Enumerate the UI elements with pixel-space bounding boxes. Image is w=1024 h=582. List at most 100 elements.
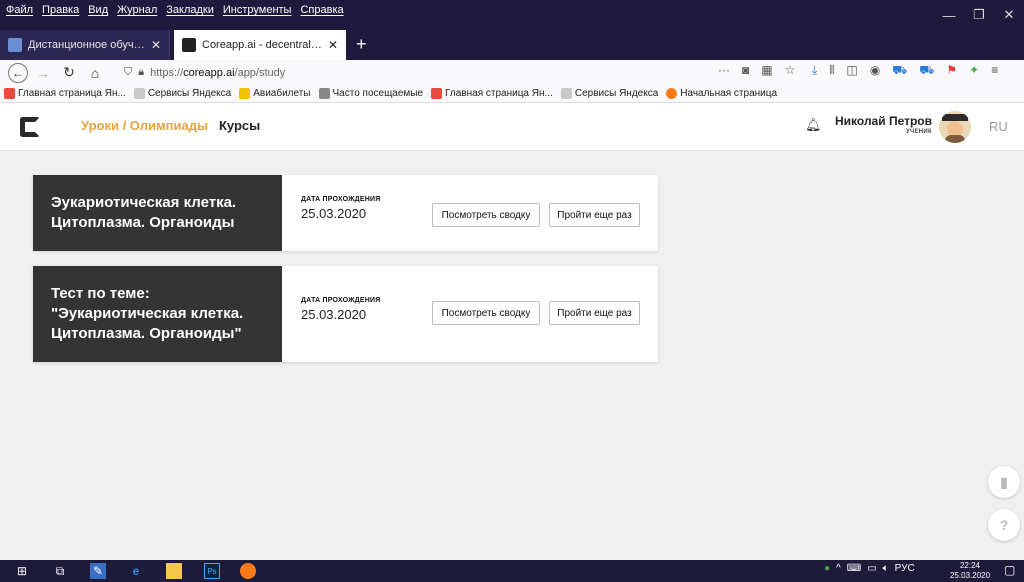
nav-courses[interactable]: Курсы	[219, 118, 260, 133]
help-icon[interactable]: ?	[988, 509, 1020, 541]
page-actions-icon[interactable]: ···	[718, 63, 730, 77]
coreapp-logo-icon[interactable]	[20, 117, 40, 137]
bookmark-item[interactable]: Главная страница Ян...	[4, 88, 126, 99]
input-language[interactable]: РУС	[895, 563, 915, 574]
addon-icon[interactable]: ✦	[969, 63, 979, 79]
folder-icon	[560, 88, 572, 99]
completion-date-label: ДАТА ПРОХОЖДЕНИЯ	[301, 196, 381, 203]
bookmark-label: Авиабилеты	[253, 88, 311, 99]
reload-icon[interactable]: ↻	[58, 62, 80, 84]
restore-icon[interactable]: ❐	[964, 0, 994, 30]
firefox-taskbar-icon[interactable]	[240, 563, 256, 579]
library-icon[interactable]: ⫴	[829, 63, 834, 79]
bookmark-label: Сервисы Яндекса	[574, 88, 659, 99]
menu-tools[interactable]: Инструменты	[223, 4, 292, 16]
close-tab-icon[interactable]: ✕	[151, 38, 161, 52]
bookmark-item[interactable]: Начальная страница	[666, 88, 777, 99]
notification-icon[interactable]: ▢	[1004, 563, 1015, 577]
menu-edit[interactable]: Правка	[42, 4, 79, 16]
bookmark-item[interactable]: Главная страница Ян...	[431, 88, 553, 99]
folder-icon	[133, 88, 145, 99]
url-scheme: https://	[150, 66, 184, 79]
menu-view[interactable]: Вид	[88, 4, 108, 16]
notes-app-icon[interactable]: ✎	[90, 563, 106, 579]
retry-button[interactable]: Пройти еще раз	[549, 301, 640, 325]
volume-icon[interactable]: 🔈︎	[883, 563, 889, 574]
account-icon[interactable]: ◉	[870, 63, 880, 79]
tab-title: Coreapp.ai - decentralized onli	[202, 39, 322, 51]
toolbar-extensions: ⤓ ⫴ ◫ ◉ ⛟ ⛟ ⚑ ✦ ≡	[812, 63, 998, 79]
taskbar: ⊞ ⧉ ✎ e Ps ● ^ ⌨ ▭ 🔈︎ РУС 22:24 25.03.20…	[0, 560, 1024, 582]
download-icon[interactable]: ⤓	[812, 63, 817, 79]
forward-icon[interactable]: →	[32, 62, 54, 84]
user-info[interactable]: Николай Петров УЧЕНИК	[835, 114, 932, 135]
completion-date-label: ДАТА ПРОХОЖДЕНИЯ	[301, 297, 381, 304]
language-switcher[interactable]: RU	[989, 119, 1008, 134]
url-text: https://coreapp.ai/app/study	[150, 67, 285, 79]
menu-hamburger-icon[interactable]: ≡	[991, 63, 998, 79]
chevron-up-icon[interactable]: ^	[836, 563, 841, 574]
bookmark-item[interactable]: Сервисы Яндекса	[560, 88, 659, 99]
task-view-icon[interactable]: ⧉	[52, 563, 68, 579]
bookmark-star-icon[interactable]: ☆	[785, 63, 796, 77]
minimize-icon[interactable]: —	[934, 0, 964, 30]
system-tray: ● ^ ⌨ ▭ 🔈︎ РУС	[824, 563, 915, 574]
url-host: coreapp.ai	[183, 66, 235, 79]
url-bar[interactable]: ⛉ 🔒︎ https://coreapp.ai/app/study	[118, 62, 798, 83]
firefox-icon	[666, 88, 678, 99]
retry-button[interactable]: Пройти еще раз	[549, 203, 640, 227]
windows-start-icon[interactable]: ⊞	[14, 563, 30, 579]
tray-app-icon[interactable]: ●	[824, 563, 830, 574]
view-summary-button[interactable]: Посмотреть сводку	[432, 301, 540, 325]
menu-list: Файл Правка Вид Журнал Закладки Инструме…	[6, 4, 344, 16]
keyboard-icon[interactable]: ⌨	[847, 563, 861, 574]
avatar[interactable]	[939, 111, 971, 143]
tab-distance-learning[interactable]: Дистанционное обучение - К ✕	[0, 30, 170, 60]
lock-icon: 🔒︎	[138, 66, 145, 78]
completion-date: 25.03.2020	[301, 206, 367, 221]
tab-title: Дистанционное обучение - К	[28, 39, 145, 51]
flag-icon[interactable]: ⚑	[946, 63, 957, 79]
view-summary-button[interactable]: Посмотреть сводку	[432, 203, 540, 227]
clock-time: 22:24	[959, 561, 981, 570]
shield-icon[interactable]: ⛉	[124, 66, 132, 79]
nav-lessons-olympiads[interactable]: Уроки / Олимпиады	[81, 118, 208, 133]
clock-date: 25.03.2020	[950, 571, 991, 580]
distance-learning-favicon-icon	[8, 38, 22, 52]
menu-bookmarks[interactable]: Закладки	[166, 4, 214, 16]
bell-icon[interactable]: 🔔︎	[805, 117, 822, 133]
home-icon[interactable]: ⌂	[84, 62, 106, 84]
close-window-icon[interactable]: ✕	[994, 0, 1024, 30]
browser-menubar: Файл Правка Вид Журнал Закладки Инструме…	[0, 0, 1024, 30]
card-title-panel: Эукариотическая клетка. Цитоплазма. Орга…	[33, 175, 282, 251]
reader-icon[interactable]: ▦	[761, 63, 772, 77]
menu-help[interactable]: Справка	[300, 4, 343, 16]
tab-coreapp[interactable]: Coreapp.ai - decentralized onli ✕	[174, 30, 346, 60]
bookmark-label: Начальная страница	[680, 88, 778, 99]
clock[interactable]: 22:24 25.03.2020	[950, 561, 990, 581]
tab-strip: Дистанционное обучение - К ✕ Coreapp.ai …	[0, 30, 1024, 60]
new-tab-icon[interactable]: +	[346, 30, 377, 60]
file-explorer-icon[interactable]	[166, 563, 182, 579]
app-header: Уроки / Олимпиады Курсы 🔔︎ Николай Петро…	[0, 103, 1024, 151]
book-icon[interactable]: ▮	[988, 466, 1020, 498]
bookmark-item[interactable]: Часто посещаемые	[318, 88, 423, 99]
pocket-icon[interactable]: ◙	[742, 63, 749, 77]
card-title: Тест по теме: "Эукариотическая клетка. Ц…	[51, 285, 244, 342]
photoshop-icon[interactable]: Ps	[204, 563, 220, 579]
menu-file[interactable]: Файл	[6, 4, 33, 16]
network-icon[interactable]: ▭	[867, 563, 876, 574]
close-tab-icon[interactable]: ✕	[328, 38, 338, 52]
plane-icon	[239, 88, 251, 99]
bookmark-item[interactable]: Авиабилеты	[239, 88, 311, 99]
sidebar-icon[interactable]: ◫	[846, 63, 857, 79]
browser-toolbar: ← → ↻ ⌂ ⛉ 🔒︎ https://coreapp.ai/app/stud…	[0, 60, 1024, 85]
edge-icon[interactable]: e	[128, 563, 144, 579]
back-icon[interactable]: ←	[8, 62, 28, 83]
study-card: Эукариотическая клетка. Цитоплазма. Орга…	[33, 175, 658, 251]
cart-icon[interactable]: ⛟	[892, 63, 907, 79]
bookmark-item[interactable]: Сервисы Яндекса	[133, 88, 231, 99]
cart-alt-icon[interactable]: ⛟	[919, 63, 934, 79]
menu-history[interactable]: Журнал	[117, 4, 157, 16]
bookmark-label: Главная страница Ян...	[445, 88, 553, 99]
